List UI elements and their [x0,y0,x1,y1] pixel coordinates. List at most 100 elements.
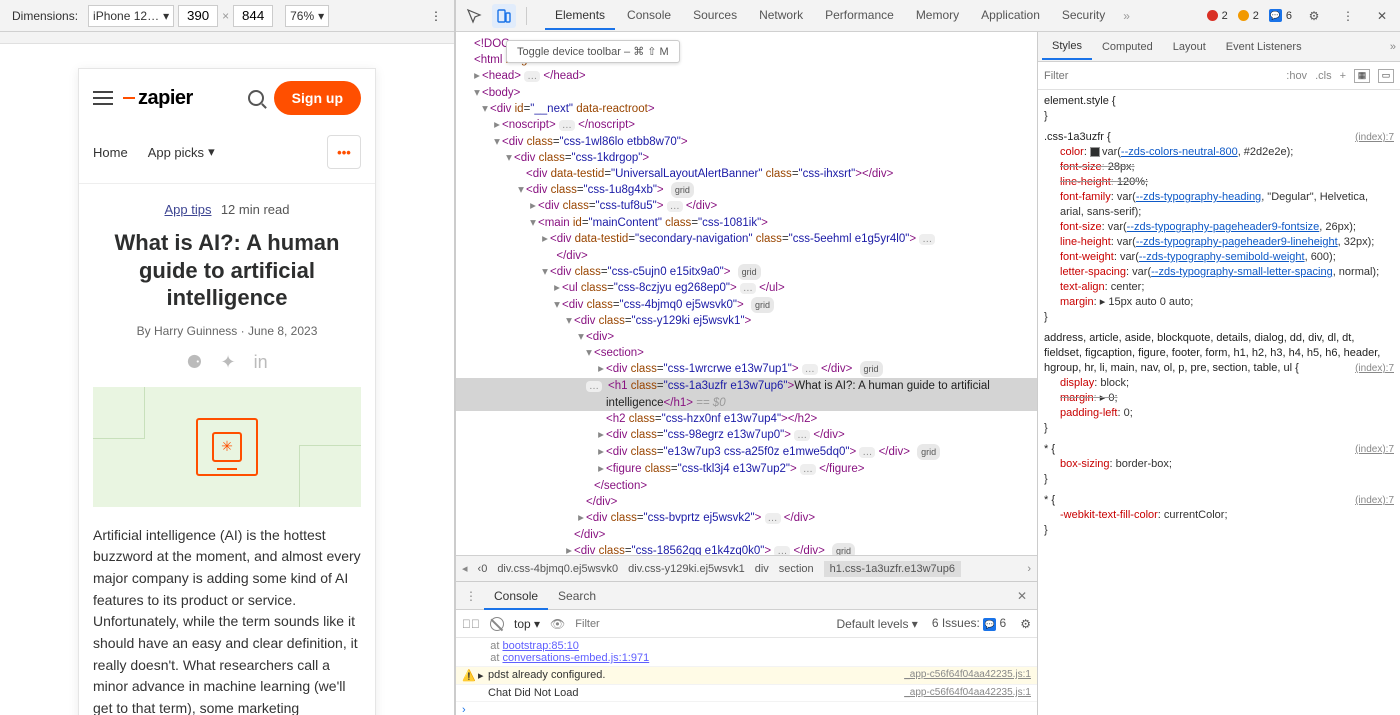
css-declaration[interactable]: display: block; [1044,376,1394,391]
css-declaration[interactable]: line-height: var(--zds-typography-pagehe… [1044,235,1394,250]
css-declaration[interactable]: font-size: 28px; [1044,160,1394,175]
dom-node[interactable]: ▸<head> … </head> [456,68,1037,85]
styles-tab-computed[interactable]: Computed [1092,35,1163,59]
source-link[interactable]: _app-c56f64f04aa42235.js:1 [904,669,1031,682]
tab-console[interactable]: Console [617,2,681,30]
dom-node[interactable]: ▸<div class="css-tuf8u5"> … </div> [456,198,1037,215]
twisty-icon[interactable]: ▾ [528,215,538,231]
dom-node[interactable]: ▸<div class="css-1wrcrwe e13w7up1"> … </… [456,361,1037,378]
dom-node[interactable]: ▸<figure class="css-tkl3j4 e13w7up2"> … … [456,461,1037,478]
search-icon[interactable] [248,90,264,106]
inspect-icon[interactable] [462,4,486,28]
css-declaration[interactable]: line-height: 120%; [1044,175,1394,190]
css-declaration[interactable]: font-size: var(--zds-typography-pagehead… [1044,220,1394,235]
dom-node[interactable]: ▾<div class="css-1wl86lo etbb8w70"> [456,134,1037,150]
source-link[interactable]: (index):7 [1355,442,1394,457]
dom-node[interactable]: …<h1 class="css-1a3uzfr e13w7up6">What i… [456,378,1037,411]
twisty-icon[interactable]: ▸ [540,231,550,247]
breadcrumb-item[interactable]: div.css-y129ki.ej5wsvk1 [628,563,745,575]
dom-node[interactable]: ▸<div class="css-18562qq e1k4zq0k0"> … <… [456,543,1037,555]
dom-node[interactable]: ▾<div id="__next" data-reactroot> [456,101,1037,117]
tab-sources[interactable]: Sources [683,2,747,30]
drawer-tab-search[interactable]: Search [548,584,606,608]
cls-toggle[interactable]: .cls [1315,70,1332,82]
settings-icon[interactable]: ⚙ [1302,4,1326,28]
device-toolbar-more-icon[interactable]: ⋮ [424,4,448,28]
dom-node[interactable]: </div> [456,527,1037,543]
styles-tab-styles[interactable]: Styles [1042,34,1092,60]
twisty-icon[interactable]: ▾ [564,313,574,329]
twisty-icon[interactable]: ▾ [516,182,526,198]
dom-node[interactable]: ▸<div class="css-bvprtz ej5wsvk2"> … </d… [456,510,1037,527]
dom-node[interactable]: ▾<div> [456,329,1037,345]
console-message[interactable]: Chat Did Not Load_app-c56f64f04aa42235.j… [456,685,1037,702]
context-select[interactable]: top ▾ [514,617,540,631]
dom-node[interactable]: ▸<noscript> … </noscript> [456,117,1037,134]
clear-console-icon[interactable] [490,617,504,631]
css-declaration[interactable]: color: var(--zds-colors-neutral-800, #2d… [1044,145,1394,160]
twisty-icon[interactable]: ▸ [552,280,562,296]
dom-node[interactable]: ▸<div class="css-98egrz e13w7up0"> … </d… [456,427,1037,444]
twisty-icon[interactable]: ▸ [576,510,586,526]
twisty-icon[interactable]: ▸ [596,461,606,477]
css-rule[interactable]: .css-1a3uzfr {(index):7color: var(--zds-… [1044,130,1394,325]
css-declaration[interactable]: box-sizing: border-box; [1044,457,1394,472]
twitter-icon[interactable]: ✦ [221,352,236,373]
dom-node[interactable]: ▾<div class="css-y129ki ej5wsvk1"> [456,313,1037,329]
twisty-icon[interactable]: ▸ [492,117,502,133]
device-width-input[interactable] [178,5,218,27]
styles-tab-layout[interactable]: Layout [1163,35,1216,59]
dom-node[interactable]: ▾<div class="css-1kdrgop"> [456,150,1037,166]
console-prompt[interactable]: › [456,702,1037,715]
breadcrumb-item[interactable]: div.css-4bjmq0.ej5wsvk0 [497,563,618,575]
console-message[interactable]: ⚠️▸pdst already configured._app-c56f64f0… [456,667,1037,685]
twisty-icon[interactable]: ▾ [552,297,562,313]
breadcrumb-item[interactable]: section [779,563,814,575]
zapier-logo[interactable]: zapier [123,87,193,110]
breadcrumb-item[interactable]: ‹0 [478,563,488,575]
errors-badge[interactable]: 2 [1207,10,1228,22]
execute-icon[interactable]: ▸⃞ [462,617,480,631]
twisty-icon[interactable]: ▸ [596,444,606,460]
dom-node[interactable]: ▸<ul class="css-8czjyu eg268ep0"> … </ul… [456,280,1037,297]
dom-node[interactable]: ▾<div class="css-4bjmq0 ej5wsvk0"> grid [456,297,1037,313]
nav-app-picks[interactable]: App picks ▾ [148,144,215,160]
twisty-icon[interactable]: ▸ [596,361,606,377]
levels-select[interactable]: Default levels ▾ [836,617,917,631]
css-rule[interactable]: * {(index):7-webkit-text-fill-color: cur… [1044,493,1394,538]
css-declaration[interactable]: text-align: center; [1044,280,1394,295]
crumb-left-icon[interactable]: ◂ [462,562,468,575]
styles-filter-input[interactable] [1044,65,1278,87]
dom-node[interactable]: ▸<div class="e13w7up3 css-a25f0z e1mwe5d… [456,444,1037,461]
dom-node[interactable]: ▾<body> [456,85,1037,101]
eye-icon[interactable]: 👁 [550,617,565,631]
computed-toggle-icon[interactable]: ▦ [1354,69,1370,83]
devtools-menu-icon[interactable]: ⋮ [1336,4,1360,28]
css-rule[interactable]: address, article, aside, blockquote, det… [1044,331,1394,436]
zoom-select[interactable]: 76% ▾ [285,5,329,27]
new-style-icon[interactable]: + [1340,70,1346,82]
tab-performance[interactable]: Performance [815,2,904,30]
warnings-badge[interactable]: 2 [1238,10,1259,22]
twisty-icon[interactable]: ▾ [492,134,502,150]
device-height-input[interactable] [233,5,273,27]
drawer-menu-icon[interactable]: ⋮ [462,589,480,603]
tab-memory[interactable]: Memory [906,2,969,30]
source-link[interactable]: (index):7 [1355,493,1394,508]
css-rule[interactable]: element.style {} [1044,94,1394,124]
dom-tree[interactable]: <!DOC <html lang="en">▸<head> … </head>▾… [456,32,1037,555]
close-drawer-icon[interactable]: ✕ [1013,585,1031,607]
console-filter-input[interactable] [575,613,717,635]
source-link[interactable]: (index):7 [1355,130,1394,145]
toggle-device-icon[interactable] [492,4,516,28]
dom-node[interactable]: ▾<div class="css-c5ujn0 e15itx9a0"> grid [456,264,1037,280]
tab-application[interactable]: Application [971,2,1050,30]
messages-badge[interactable]: 💬6 [1269,9,1292,22]
dom-node[interactable]: <div data-testid="UniversalLayoutAlertBa… [456,166,1037,182]
styles-tab-event-listeners[interactable]: Event Listeners [1216,35,1312,59]
css-rule[interactable]: * {(index):7box-sizing: border-box;} [1044,442,1394,487]
console-settings-icon[interactable]: ⚙ [1020,617,1031,631]
signup-button[interactable]: Sign up [274,81,361,115]
twisty-icon[interactable]: ▾ [584,345,594,361]
console-message[interactable]: at bootstrap:85:10 at conversations-embe… [456,638,1037,667]
